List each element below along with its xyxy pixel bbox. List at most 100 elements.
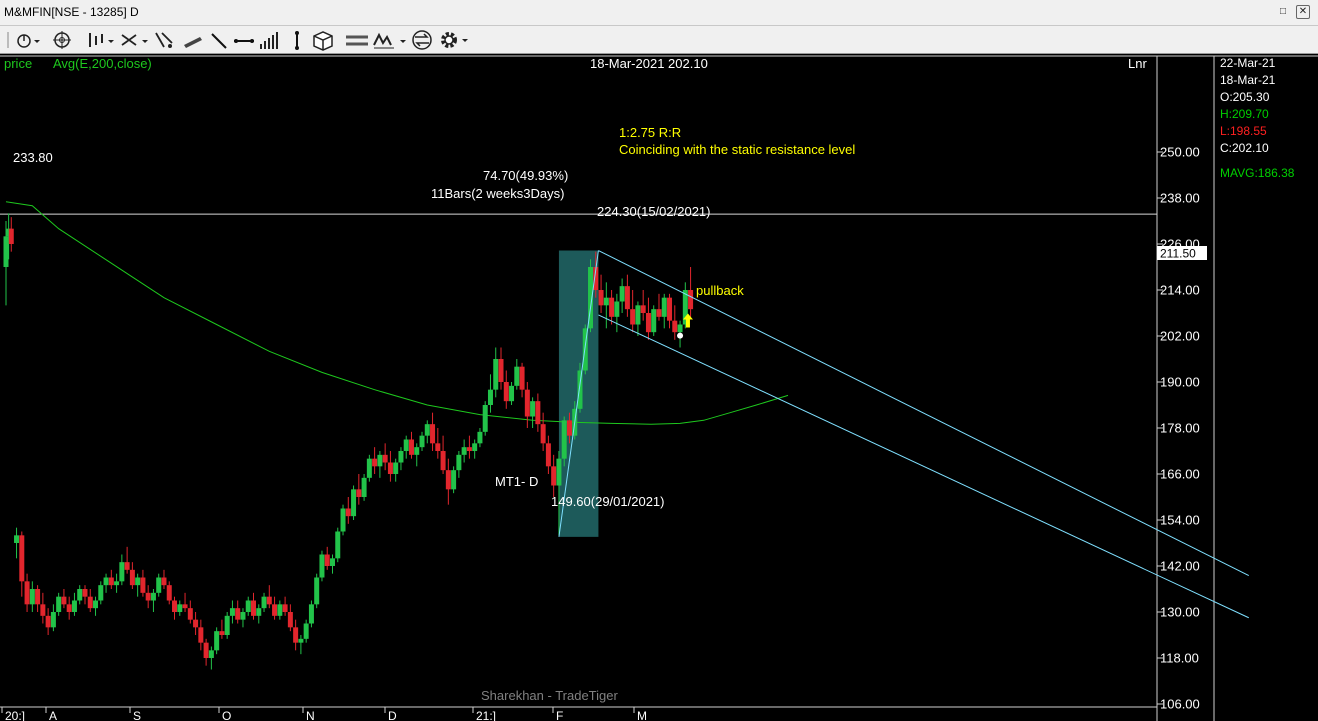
- line-icon[interactable]: [211, 33, 227, 49]
- hline-icon[interactable]: [234, 39, 254, 43]
- candle-body: [29, 589, 35, 605]
- candle-body: [556, 458, 562, 486]
- candle-body: [472, 443, 478, 451]
- candle-body: [8, 228, 14, 244]
- candle-body: [456, 454, 462, 471]
- rr-annotation: 1:2.75 R:R: [619, 125, 681, 140]
- candle-body: [408, 439, 414, 455]
- info-close: C:202.10: [1220, 141, 1269, 155]
- candle-body: [677, 324, 683, 333]
- candle-body: [277, 604, 283, 616]
- candle-body: [293, 627, 299, 643]
- candle-body: [298, 638, 304, 643]
- settings-icon[interactable]: [441, 32, 457, 48]
- move-label: 74.70(49.93%): [483, 168, 568, 183]
- candle-body: [319, 554, 325, 578]
- candle-body: [61, 596, 67, 605]
- candle-body: [256, 608, 262, 616]
- candle-body: [114, 581, 120, 586]
- candle-body: [619, 286, 625, 302]
- candle-body: [366, 458, 372, 478]
- candle-body: [514, 366, 520, 386]
- resistance-value-label: 233.80: [13, 150, 53, 165]
- x-tick-label: O: [222, 709, 231, 721]
- candle-body: [335, 531, 341, 559]
- y-tick-label: 190.00: [1160, 375, 1200, 390]
- candle-body: [98, 585, 104, 601]
- candle-body: [198, 627, 204, 643]
- top-label: 224.30(15/02/2021): [597, 204, 710, 219]
- candle-body: [503, 382, 509, 402]
- candle-body: [414, 447, 420, 455]
- y-tick-label: 130.00: [1160, 605, 1200, 620]
- candle-body: [77, 589, 83, 601]
- x-tick-label: A: [49, 709, 57, 721]
- candle-body: [403, 439, 409, 451]
- price-chart[interactable]: 250.00238.00226.00214.00202.00190.00178.…: [0, 54, 1318, 721]
- candle-body: [577, 370, 583, 409]
- candle-body: [108, 577, 114, 586]
- candle-body: [324, 554, 330, 566]
- cursor-icon[interactable]: [17, 34, 40, 48]
- info-mavg: MAVG:186.38: [1220, 166, 1295, 180]
- current-price-label: 211.50: [1160, 247, 1196, 261]
- info-low: L:198.55: [1220, 124, 1267, 138]
- draw-tools-icon[interactable]: [121, 34, 148, 46]
- candle-body: [361, 477, 367, 497]
- candle-body: [509, 385, 515, 402]
- package-icon[interactable]: [313, 31, 333, 51]
- y-tick-label: 166.00: [1160, 467, 1200, 482]
- candle-body: [208, 650, 214, 658]
- candle-body: [240, 612, 246, 620]
- resistance-annotation: Coinciding with the static resistance le…: [619, 142, 855, 157]
- info-open: O:205.30: [1220, 90, 1270, 104]
- candle-body: [93, 600, 99, 609]
- candle-body: [71, 600, 77, 612]
- candle-body: [393, 462, 399, 474]
- x-tick-label: D: [388, 709, 397, 721]
- indicators-icon[interactable]: [346, 35, 368, 46]
- candle-body: [272, 604, 278, 616]
- candle-body: [661, 297, 667, 317]
- candle-body: [177, 604, 183, 612]
- candle-body: [651, 309, 657, 333]
- candle-body: [103, 577, 109, 586]
- toolbar-icons: [7, 30, 457, 51]
- restore-icon[interactable]: □: [1276, 5, 1290, 19]
- chart-toolbar: [0, 26, 1318, 54]
- volume-icon[interactable]: [260, 32, 278, 49]
- candle-body: [540, 424, 546, 444]
- pen-icon[interactable]: [184, 37, 202, 48]
- candle-body: [266, 596, 272, 605]
- candle-body: [630, 309, 636, 325]
- title-bar: M&MFIN[NSE - 13285] D □ ✕: [0, 0, 1318, 26]
- compare-icon[interactable]: [412, 30, 432, 50]
- fib-icon[interactable]: [155, 32, 173, 48]
- scale-label: Lnr: [1128, 56, 1147, 71]
- candle-body: [166, 585, 172, 601]
- vline-icon[interactable]: [295, 31, 299, 50]
- bar-type-icon[interactable]: [89, 33, 114, 47]
- candle-body: [161, 577, 167, 586]
- y-tick-label: 214.00: [1160, 283, 1200, 298]
- candle-body: [645, 313, 651, 333]
- candle-body: [82, 589, 88, 597]
- settings-dropdown-icon[interactable]: [460, 29, 470, 51]
- info-date-2: 18-Mar-21: [1220, 73, 1276, 87]
- candle-body: [451, 470, 457, 490]
- y-tick-label: 106.00: [1160, 697, 1200, 712]
- candle-body: [603, 297, 609, 306]
- candle-body: [340, 508, 346, 532]
- close-icon[interactable]: ✕: [1296, 5, 1310, 19]
- candle-body: [66, 604, 72, 612]
- x-tick-label: S: [133, 709, 141, 721]
- candle-body: [214, 631, 220, 651]
- crosshair-icon[interactable]: [53, 31, 71, 49]
- candle-body: [14, 535, 20, 543]
- candle-body: [635, 305, 641, 325]
- studies-icon[interactable]: [373, 32, 406, 49]
- candle-body: [251, 600, 257, 616]
- pullback-label: pullback: [696, 283, 744, 298]
- candle-body: [19, 535, 25, 582]
- y-tick-label: 118.00: [1160, 651, 1199, 666]
